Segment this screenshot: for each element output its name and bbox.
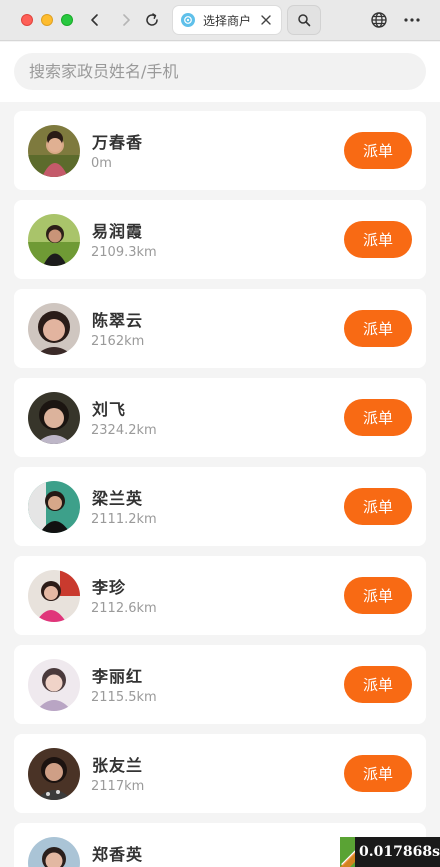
back-button[interactable] bbox=[84, 9, 106, 31]
dispatch-button[interactable]: 派单 bbox=[344, 310, 412, 347]
worker-name: 陈翠云 bbox=[92, 311, 144, 330]
list-item: 李丽红 2115.5km 派单 bbox=[14, 645, 426, 724]
list-item: 陈翠云 2162km 派单 bbox=[14, 289, 426, 368]
dispatch-button[interactable]: 派单 bbox=[344, 755, 412, 792]
search-input[interactable] bbox=[14, 53, 426, 90]
worker-name: 易润霞 bbox=[92, 222, 144, 241]
minimize-window-button[interactable] bbox=[41, 14, 53, 26]
avatar bbox=[28, 659, 80, 711]
search-icon bbox=[298, 14, 311, 27]
avatar bbox=[28, 570, 80, 622]
avatar bbox=[28, 481, 80, 533]
globe-icon bbox=[371, 12, 387, 28]
dispatch-button[interactable]: 派单 bbox=[344, 666, 412, 703]
reload-button[interactable] bbox=[141, 9, 163, 31]
worker-distance: 2112.6km bbox=[91, 601, 157, 616]
list-item: 李珍 2112.6km 派单 bbox=[14, 556, 426, 635]
dispatch-button[interactable]: 派单 bbox=[344, 399, 412, 436]
chevron-left-icon bbox=[91, 14, 98, 26]
chevron-right-icon bbox=[123, 14, 130, 26]
tab-current[interactable]: 选择商户 bbox=[173, 6, 281, 34]
dispatch-button[interactable]: 派单 bbox=[344, 221, 412, 258]
tab-title: 选择商户 bbox=[203, 13, 252, 28]
list-item: 万春香 0m 派单 bbox=[14, 111, 426, 190]
avatar bbox=[28, 303, 80, 355]
list-item: 易润霞 2109.3km 派单 bbox=[14, 200, 426, 279]
worker-name: 梁兰英 bbox=[92, 489, 144, 508]
translate-button[interactable] bbox=[368, 9, 390, 31]
favicon-icon bbox=[181, 13, 195, 27]
dispatch-button[interactable]: 派单 bbox=[344, 488, 412, 525]
search-header bbox=[0, 42, 440, 102]
worker-distance: 2111.2km bbox=[91, 512, 157, 527]
worker-name: 刘飞 bbox=[92, 400, 127, 419]
worker-distance: 2115.5km bbox=[91, 690, 157, 705]
worker-name: 李珍 bbox=[92, 578, 127, 597]
worker-distance: 2109.3km bbox=[91, 245, 157, 260]
worker-name: 郑香英 bbox=[92, 845, 144, 864]
window-controls bbox=[21, 14, 73, 26]
browser-toolbar: 选择商户 bbox=[0, 0, 440, 41]
avatar bbox=[28, 214, 80, 266]
list-item: 张友兰 2117km 派单 bbox=[14, 734, 426, 813]
reload-icon bbox=[146, 13, 158, 26]
worker-distance: 2324.2km bbox=[91, 423, 157, 438]
more-menu-button[interactable] bbox=[401, 9, 423, 31]
list-item: 梁兰英 2111.2km 派单 bbox=[14, 467, 426, 546]
worker-distance: 2117km bbox=[91, 779, 145, 794]
avatar bbox=[28, 837, 80, 867]
worker-distance: 0m bbox=[91, 156, 112, 171]
forward-button[interactable] bbox=[115, 9, 137, 31]
dispatch-button[interactable]: 派单 bbox=[344, 132, 412, 169]
more-icon bbox=[404, 18, 420, 22]
avatar bbox=[28, 125, 80, 177]
avatar bbox=[28, 748, 80, 800]
close-window-button[interactable] bbox=[21, 14, 33, 26]
browser-search-button[interactable] bbox=[288, 6, 320, 34]
zoom-window-button[interactable] bbox=[61, 14, 73, 26]
worker-name: 万春香 bbox=[92, 133, 144, 152]
worker-name: 张友兰 bbox=[92, 756, 144, 775]
timer-value: 0.017868s bbox=[359, 844, 440, 860]
worker-name: 李丽红 bbox=[92, 667, 144, 686]
timer-badge: 0.017868s bbox=[340, 837, 440, 867]
close-icon[interactable] bbox=[259, 13, 273, 27]
worker-distance: 2162km bbox=[91, 334, 145, 349]
avatar bbox=[28, 392, 80, 444]
timer-logo-icon bbox=[340, 837, 356, 867]
list-item: 刘飞 2324.2km 派单 bbox=[14, 378, 426, 457]
dispatch-button[interactable]: 派单 bbox=[344, 577, 412, 614]
